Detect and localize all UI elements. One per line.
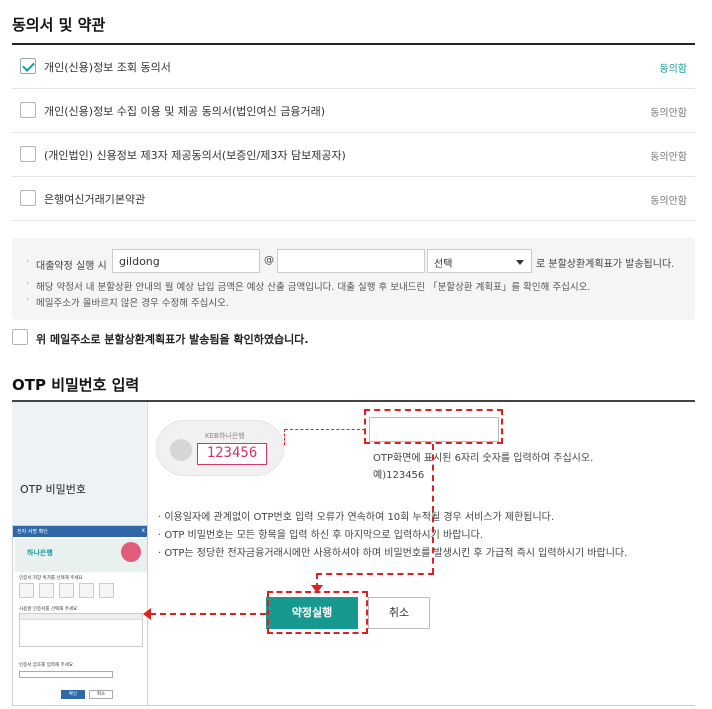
email-note: 메일주소가 올바르지 않은 경우 수정해 주십시오. <box>36 298 229 309</box>
agreement-checkbox[interactable] <box>20 190 36 206</box>
agreement-status: 동의안함 <box>650 108 687 119</box>
agreement-row-bank-terms[interactable]: 은행여신거래기본약관 동의안함 <box>12 177 695 221</box>
cancel-button[interactable]: 취소 <box>368 597 430 629</box>
token-code: 123456 <box>197 443 267 465</box>
bullet: · <box>26 295 29 305</box>
annotation-line <box>432 444 434 574</box>
otp-token-illustration: KEB하나은행 123456 <box>156 420 284 476</box>
agreement-status: 동의안함 <box>650 196 687 207</box>
storage-icon <box>39 583 54 598</box>
otp-note-text: OTP는 정당한 전자금융거래시에만 사용하셔야 하며 비밀번호를 발생시킨 후… <box>164 548 628 559</box>
email-note: 해당 약정서 내 분할상환 안내의 월 예상 납입 금액은 예상 산출 금액입니… <box>36 282 591 293</box>
otp-note-text: 이용일자에 관계없이 OTP번호 입력 오류가 연속하여 10회 누적될 경우 … <box>164 512 555 523</box>
agreement-checkbox[interactable] <box>20 102 36 118</box>
email-confirm-label: 위 메일주소로 분할상환계획표가 발송됨을 확인하였습니다. <box>36 333 309 346</box>
otp-note: · OTP는 정당한 전자금융거래시에만 사용하셔야 하며 비밀번호를 발생시킨… <box>158 548 628 559</box>
annotation-line <box>150 613 266 615</box>
agreement-row-collect-use[interactable]: 개인(신용)정보 수집 이용 및 제공 동의서(법인여신 금융거래) 동의안함 <box>12 89 695 133</box>
email-domain-select-value: 선택 <box>434 259 453 270</box>
popup-cancel-button: 취소 <box>89 690 113 699</box>
annotation-line <box>285 429 365 430</box>
popup-mascot-icon <box>121 542 141 562</box>
otp-note: · OTP 비밀번호는 모든 항목을 입력 하신 후 마지막으로 입력하시기 바… <box>158 530 483 541</box>
popup-title: 전자 서명 확인 <box>17 529 48 535</box>
agreement-row-credit-inquiry[interactable]: 개인(신용)정보 조회 동의서 동의함 <box>12 45 695 89</box>
agreement-label: 개인(신용)정보 조회 동의서 <box>44 61 171 74</box>
email-local-input[interactable] <box>112 249 260 273</box>
popup-line: 사용할 인증서를 선택해 주세요 <box>19 607 78 612</box>
email-domain-select[interactable]: 선택 <box>427 249 532 273</box>
email-confirm-checkbox[interactable] <box>12 329 28 345</box>
annotation-arrow-icon <box>143 608 151 620</box>
annotation-arrow-icon <box>311 585 323 593</box>
annotation-box-execute <box>267 591 368 634</box>
bullet: · <box>26 257 29 267</box>
agreement-label: 개인(신용)정보 수집 이용 및 제공 동의서(법인여신 금융거래) <box>44 105 326 118</box>
close-icon: x <box>141 527 145 534</box>
agreement-status: 동의함 <box>659 64 687 75</box>
agreement-label: (개인법인) 신용정보 제3자 제공동의서(보증인/제3자 담보제공자) <box>44 149 346 162</box>
storage-icon <box>99 583 114 598</box>
agreement-status: 동의안함 <box>650 152 687 163</box>
otp-example: 예)123456 <box>373 470 425 481</box>
otp-hint: OTP화면에 표시된 6자리 숫자를 입력하여 주십시오. <box>373 453 594 464</box>
signature-popup-thumbnail: 전자 서명 확인 x 하나은행 인증서 저장 위치를 선택해 주세요 사용할 인… <box>12 525 148 706</box>
bullet: · <box>26 279 29 289</box>
token-brand: KEB하나은행 <box>205 432 245 440</box>
otp-note-text: OTP 비밀번호는 모든 항목을 입력 하신 후 마지막으로 입력하시기 바랍니… <box>164 530 483 541</box>
storage-icon <box>59 583 74 598</box>
storage-icon <box>79 583 94 598</box>
chevron-down-icon <box>516 260 524 265</box>
otp-note: · 이용일자에 관계없이 OTP번호 입력 오류가 연속하여 10회 누적될 경… <box>158 512 555 523</box>
email-suffix-label: 로 분할상환계획표가 발송됩니다. <box>536 259 675 270</box>
annotation-box-otp-input <box>364 409 503 444</box>
otp-title: OTP 비밀번호 입력 <box>12 376 140 394</box>
annotation-line <box>316 573 434 575</box>
otp-row-label: OTP 비밀번호 <box>20 483 86 496</box>
email-domain-input[interactable] <box>277 249 425 273</box>
storage-icon <box>19 583 34 598</box>
popup-logo: 하나은행 <box>27 549 53 557</box>
email-info-box: · 대출약정 실행 시 @ 선택 로 분할상환계획표가 발송됩니다. · 해당 … <box>12 238 695 320</box>
token-button-icon <box>170 439 192 461</box>
agreement-checkbox[interactable] <box>20 58 36 74</box>
popup-line: 인증서 저장 위치를 선택해 주세요 <box>19 576 83 581</box>
popup-line: 인증서 암호를 입력해 주세요 <box>19 663 73 668</box>
email-at-sign: @ <box>264 255 274 266</box>
popup-titlebar: 전자 서명 확인 x <box>13 526 147 537</box>
annotation-line <box>284 429 285 445</box>
agreement-row-third-party[interactable]: (개인법인) 신용정보 제3자 제공동의서(보증인/제3자 담보제공자) 동의안… <box>12 133 695 177</box>
email-prefix-label: 대출약정 실행 시 <box>36 261 107 272</box>
popup-password-field <box>19 671 113 678</box>
agreement-checkbox[interactable] <box>20 146 36 162</box>
popup-ok-button: 확인 <box>61 690 85 699</box>
agreement-label: 은행여신거래기본약관 <box>44 193 146 206</box>
email-confirm-row[interactable]: 위 메일주소로 분할상환계획표가 발송됨을 확인하였습니다. <box>12 327 612 347</box>
popup-cert-list <box>19 613 143 647</box>
agreements-title: 동의서 및 약관 <box>12 16 106 34</box>
